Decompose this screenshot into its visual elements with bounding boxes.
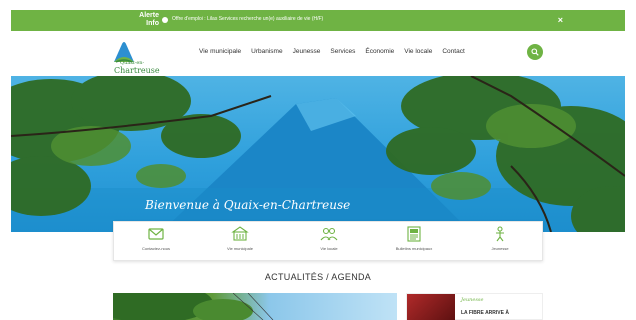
news-category: Jeunesse [461,297,484,303]
nav-item-urbanisme[interactable]: Urbanisme [251,48,282,55]
search-button[interactable] [527,44,543,60]
news-featured-image[interactable] [113,293,397,320]
mail-icon [148,228,164,240]
search-icon [531,48,539,56]
bullet-icon [162,17,168,23]
people-icon [320,227,338,241]
quick-link-label: Bulletins municipaux [395,246,433,251]
logo-wordmark[interactable]: Quaix-en- Chartreuse [114,60,160,75]
news-card[interactable]: Jeunesse LA FIBRE ARRIVE À [406,293,543,320]
logo-line2: Chartreuse [114,66,160,75]
alert-label-line1: Alerte [139,12,159,19]
quick-links: Contactez-nous Vie municipale Vie locale… [113,221,543,261]
quick-link-label: Contactez-nous [141,246,170,251]
quick-link-bulletins[interactable]: Bulletins municipaux [384,226,444,251]
quick-link-vie-municipale[interactable]: Vie municipale [210,226,270,251]
nav-item-contact[interactable]: Contact [442,48,464,55]
quick-link-label: Vie municipale [227,246,253,251]
nav-item-jeunesse[interactable]: Jeunesse [293,48,321,55]
news-headline[interactable]: LA FIBRE ARRIVE À [461,310,509,316]
quick-link-label: Vie locale [320,246,338,251]
nav-item-vie-municipale[interactable]: Vie municipale [199,48,241,55]
main-nav: Vie municipale Urbanisme Jeunesse Servic… [199,48,465,55]
hero-title: Bienvenue à Quaix-en-Chartreuse [145,198,351,212]
nav-item-economie[interactable]: Économie [365,48,394,55]
quick-link-contact[interactable]: Contactez-nous [126,226,186,251]
section-title: ACTUALITÉS / AGENDA [264,272,372,282]
news-image [113,293,274,320]
nav-item-vie-locale[interactable]: Vie locale [404,48,432,55]
quick-link-jeunesse[interactable]: Jeunesse [470,226,530,251]
quick-link-label: Jeunesse [491,246,509,251]
alert-message[interactable]: Offre d'emploi : Lilas Services recherch… [172,16,323,22]
nav-item-services[interactable]: Services [330,48,355,55]
newsletter-icon [407,226,421,242]
town-hall-icon [231,226,249,241]
alert-label: Alerte Info [119,12,159,28]
quick-link-vie-locale[interactable]: Vie locale [299,226,359,251]
alert-bar: Alerte Info Offre d'emploi : Lilas Servi… [11,10,625,31]
close-icon[interactable]: × [558,15,563,25]
children-icon [496,226,504,242]
alert-label-line2: Info [146,20,159,27]
news-thumbnail [407,294,455,320]
